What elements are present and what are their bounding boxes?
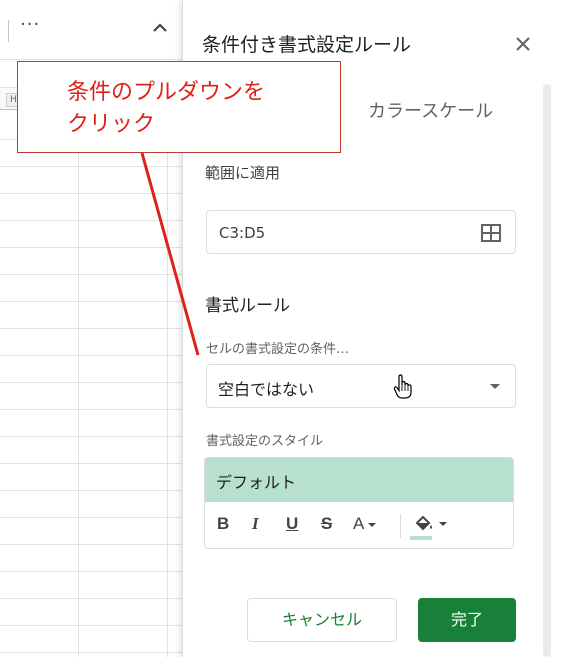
grid-row-line [0,274,182,275]
tab-color-scale[interactable]: カラースケール [368,97,493,123]
grid-row-line [0,409,182,410]
range-label: 範囲に適用 [205,164,281,182]
grid-row-line [0,220,182,221]
style-box: デフォルト B I U S A [204,457,514,549]
format-rules-heading: 書式ルール [205,296,290,316]
text-color-button[interactable]: A [353,514,377,538]
callout-text-line1: 条件のプルダウンを [67,80,266,105]
panel-scrollbar[interactable] [543,84,551,657]
underline-button[interactable]: U [286,514,298,538]
grid-row-line [0,598,182,599]
toolbar-divider [400,514,401,538]
panel-title: 条件付き書式設定ルール [202,34,412,56]
range-value[interactable]: C3:D5 [219,224,265,242]
hand-cursor-icon [393,374,412,399]
chevron-down-icon[interactable] [490,384,500,389]
grid-row-line [0,301,182,302]
style-label: 書式設定のスタイル [206,434,324,449]
sheet-toolbar: ··· [0,0,182,60]
fill-color-icon [415,515,432,531]
chevron-down-icon [439,522,447,526]
chevron-down-icon [368,522,377,527]
more-options-button[interactable]: ··· [20,14,40,35]
format-toolbar: B I U S A [205,502,513,548]
grid-row-line [0,625,182,626]
condition-dropdown[interactable]: 空白ではない [206,364,516,408]
grid-row-line [0,436,182,437]
grid-row-line [0,247,182,248]
grid-row-line [0,517,182,518]
grid-row-line [0,193,182,194]
cancel-button[interactable]: キャンセル [247,598,397,642]
grid-row-line [0,463,182,464]
grid-select-icon[interactable] [480,222,502,244]
done-button[interactable]: 完了 [418,598,516,642]
grid-row-line [0,328,182,329]
annotation-callout: 条件のプルダウンを クリック [17,61,341,153]
bold-button[interactable]: B [217,514,229,538]
italic-button[interactable]: I [252,514,259,538]
condition-label: セルの書式設定の条件… [206,342,350,357]
grid-row-line [0,166,182,167]
fill-color-swatch [410,536,432,540]
range-input[interactable]: C3:D5 [206,210,516,254]
callout-text-line2: クリック [67,112,156,137]
grid-row-line [0,382,182,383]
grid-row-line [0,490,182,491]
style-preview-text[interactable]: デフォルト [216,469,296,493]
grid-row-line [0,571,182,572]
fill-color-button[interactable] [410,514,450,540]
text-color-label: A [353,514,365,533]
strikethrough-button[interactable]: S [321,514,332,538]
close-icon[interactable] [511,32,535,56]
grid-row-line [0,652,182,653]
grid-row-line [0,544,182,545]
condition-selected-value[interactable]: 空白ではない [218,376,314,400]
chevron-up-icon[interactable] [150,18,170,38]
style-preview[interactable]: デフォルト [205,458,513,502]
grid-row-line [0,355,182,356]
toolbar-separator [8,20,9,42]
